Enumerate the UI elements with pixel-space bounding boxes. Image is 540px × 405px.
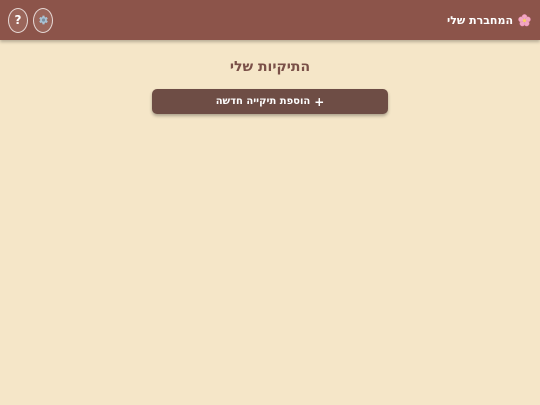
gear-icon xyxy=(37,14,49,26)
add-folder-button[interactable]: + הוספת תיקייה חדשה xyxy=(152,89,388,114)
cherry-blossom-icon xyxy=(518,13,531,27)
app-header: המחברת שלי ? xyxy=(0,0,540,40)
header-actions: ? xyxy=(8,7,53,33)
app-root: המחברת שלי ? התיקיות שלי + הוספת תיקייה … xyxy=(0,0,540,405)
settings-button[interactable] xyxy=(33,7,53,33)
plus-icon: + xyxy=(314,94,325,109)
help-icon: ? xyxy=(14,13,22,27)
main-content: התיקיות שלי + הוספת תיקייה חדשה xyxy=(0,40,540,114)
add-folder-label: הוספת תיקייה חדשה xyxy=(215,96,311,107)
page-title: התיקיות שלי xyxy=(229,59,311,75)
brand: המחברת שלי xyxy=(447,14,531,27)
brand-title: המחברת שלי xyxy=(447,13,513,27)
help-button[interactable]: ? xyxy=(8,7,28,33)
